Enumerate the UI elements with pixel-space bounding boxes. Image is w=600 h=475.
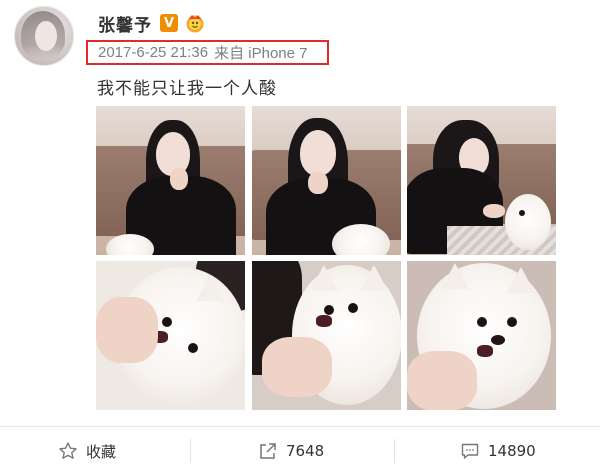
avatar[interactable] <box>14 6 74 66</box>
post-source[interactable]: 来自 iPhone 7 <box>214 42 307 63</box>
comment-count: 14890 <box>488 442 536 460</box>
verified-badge-icon[interactable]: V <box>160 14 178 32</box>
post-text: 我不能只让我一个人酸 <box>97 79 277 99</box>
star-icon <box>59 442 77 459</box>
avatar-face <box>35 21 57 51</box>
repost-button[interactable]: 7648 <box>258 427 324 475</box>
favorite-label: 收藏 <box>86 442 117 461</box>
comment-button[interactable]: 14890 <box>460 427 536 475</box>
photo-2[interactable] <box>252 106 401 255</box>
photo-5[interactable] <box>252 261 401 410</box>
share-icon <box>260 443 276 459</box>
action-divider <box>394 439 395 463</box>
photo-6[interactable] <box>407 261 556 410</box>
vip-crown-icon[interactable] <box>184 13 206 33</box>
user-name-row: 张馨予 V <box>98 10 206 36</box>
photo-4[interactable] <box>96 261 245 410</box>
repost-count: 7648 <box>286 442 325 460</box>
user-name[interactable]: 张馨予 <box>98 11 152 36</box>
comment-icon <box>461 443 479 459</box>
post-timestamp[interactable]: 2017-6-25 21:36 <box>98 44 208 61</box>
post-action-bar: 收藏 7648 14890 <box>0 426 600 475</box>
photo-3[interactable] <box>407 106 556 255</box>
post-meta-highlight: 2017-6-25 21:36 来自 iPhone 7 <box>86 40 329 65</box>
favorite-button[interactable]: 收藏 <box>58 427 116 475</box>
photo-1[interactable] <box>96 106 245 255</box>
action-divider <box>190 439 191 463</box>
